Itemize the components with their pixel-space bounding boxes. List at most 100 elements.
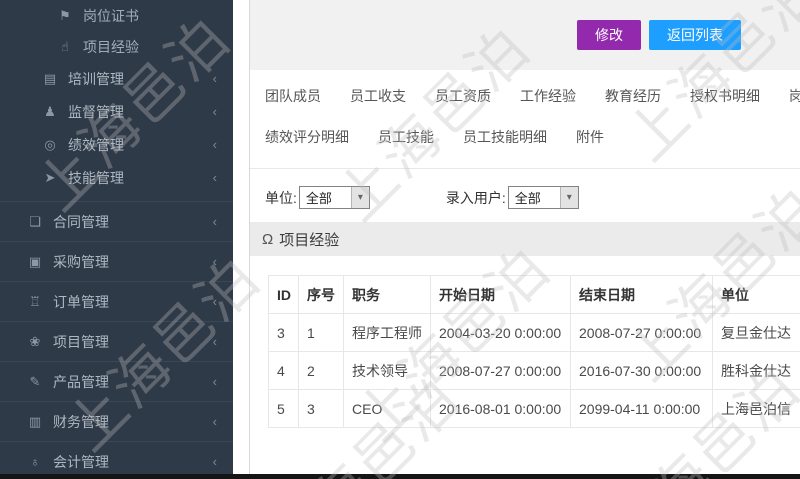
sidebar-item-label: 合同管理 (53, 213, 109, 230)
tab-employee-skills[interactable]: 员工技能 (378, 127, 434, 147)
accounting-icon: ♁ (30, 454, 40, 469)
products-icon: ✎ (29, 373, 41, 389)
sidebar-item-accounting[interactable]: ♁ 会计管理 ‹ (0, 441, 233, 474)
sidebar-item-label: 财务管理 (53, 413, 109, 430)
tab-education[interactable]: 教育经历 (605, 86, 661, 106)
table-row[interactable]: 4 2 技术领导 2008-07-27 0:00:00 2016-07-30 0… (268, 351, 800, 390)
sidebar-item-training[interactable]: ▤ 培训管理 ‹ (0, 62, 233, 95)
tab-work-experience[interactable]: 工作经验 (520, 86, 576, 106)
sidebar-item-contract[interactable]: ❏ 合同管理 ‹ (0, 201, 233, 241)
detail-tabs: 团队成员 员工收支 员工资质 工作经验 教育经历 授权书明细 岗位证书 绩效评分… (250, 70, 800, 169)
section-header: Ω 项目经验 (250, 222, 800, 256)
table-row[interactable]: 5 3 CEO 2016-08-01 0:00:00 2099-04-11 0:… (268, 389, 800, 428)
cell-unit: 上海邑泊信 (712, 389, 800, 428)
bottom-bar (0, 474, 800, 479)
cell-start-date: 2004-03-20 0:00:00 (430, 313, 571, 352)
main-content: 修改 返回列表 团队成员 员工收支 员工资质 工作经验 教育经历 授权书明细 岗… (249, 0, 800, 474)
skill-icon: ➤ (44, 169, 56, 185)
performance-icon: ◎ (44, 136, 56, 152)
finance-icon: ▥ (28, 413, 42, 429)
training-icon: ▤ (43, 70, 57, 86)
col-header-seq: 序号 (298, 275, 344, 314)
chevron-left-icon: ‹ (212, 104, 217, 119)
tab-authorization-details[interactable]: 授权书明细 (690, 86, 760, 106)
unit-filter-label: 单位: (265, 189, 297, 206)
sidebar-item-skill[interactable]: ➤ 技能管理 ‹ (0, 161, 233, 194)
filter-bar: 单位: 全部 ▾ 录入用户: 全部 ▾ (252, 186, 800, 209)
col-header-id: ID (268, 275, 299, 314)
table-row[interactable]: 3 1 程序工程师 2004-03-20 0:00:00 2008-07-27 … (268, 313, 800, 352)
cell-id: 4 (268, 351, 299, 390)
cell-start-date: 2016-08-01 0:00:00 (430, 389, 571, 428)
sidebar: ⚑ 岗位证书 ☝ 项目经验 ▤ 培训管理 ‹ ♟ 监督管理 ‹ ◎ 绩效管理 ‹… (0, 0, 233, 474)
sidebar-item-label: 技能管理 (68, 169, 124, 186)
sidebar-item-projects[interactable]: ❀ 项目管理 ‹ (0, 321, 233, 361)
projects-icon: ❀ (29, 333, 41, 349)
cell-title: 技术领导 (343, 351, 431, 390)
toolbar: 修改 返回列表 (250, 0, 800, 70)
sidebar-item-orders[interactable]: ♖ 订单管理 ‹ (0, 281, 233, 321)
sidebar-item-project-experience[interactable]: ☝ 项目经验 (0, 31, 233, 62)
procurement-icon: ▣ (28, 253, 42, 269)
chevron-left-icon: ‹ (212, 374, 217, 389)
cell-id: 3 (268, 313, 299, 352)
sidebar-item-label: 项目管理 (53, 333, 109, 350)
sidebar-item-finance[interactable]: ▥ 财务管理 ‹ (0, 401, 233, 441)
certificate-icon: ⚑ (59, 7, 71, 23)
tab-team-members[interactable]: 团队成员 (265, 86, 321, 106)
chevron-left-icon: ‹ (212, 214, 217, 229)
tab-row-2: 绩效评分明细 员工技能 员工技能明细 附件 (265, 127, 800, 147)
tab-employee-payments[interactable]: 员工收支 (350, 86, 406, 106)
tab-attachments[interactable]: 附件 (576, 127, 604, 147)
sidebar-item-label: 产品管理 (53, 373, 109, 390)
entry-user-filter-select[interactable]: 全部 ▾ (507, 186, 579, 209)
sidebar-item-label: 培训管理 (68, 70, 124, 87)
cell-seq: 3 (298, 389, 344, 428)
chevron-down-icon: ▾ (350, 187, 369, 208)
tab-row-1: 团队成员 员工收支 员工资质 工作经验 教育经历 授权书明细 岗位证书 (265, 86, 800, 106)
sidebar-item-supervision[interactable]: ♟ 监督管理 ‹ (0, 95, 233, 128)
cell-start-date: 2008-07-27 0:00:00 (430, 351, 571, 390)
chevron-left-icon: ‹ (212, 137, 217, 152)
col-header-end-date: 结束日期 (570, 275, 713, 314)
chevron-down-icon: ▾ (559, 187, 578, 208)
entry-user-filter-label: 录入用户: (445, 189, 506, 206)
entry-user-filter-value: 全部 (514, 191, 541, 206)
supervision-icon: ♟ (44, 103, 56, 119)
experience-icon: ☝ (61, 38, 69, 54)
sidebar-item-performance[interactable]: ◎ 绩效管理 ‹ (0, 128, 233, 161)
edit-button[interactable]: 修改 (577, 20, 641, 50)
project-experience-table: ID 序号 职务 开始日期 结束日期 单位 3 1 程序工程师 2004-03-… (268, 275, 800, 428)
unit-filter-value: 全部 (305, 191, 332, 206)
sidebar-item-label: 岗位证书 (83, 7, 139, 24)
cell-id: 5 (268, 389, 299, 428)
back-to-list-button[interactable]: 返回列表 (649, 20, 741, 50)
cell-end-date: 2016-07-30 0:00:00 (570, 351, 713, 390)
chevron-left-icon: ‹ (212, 254, 217, 269)
tab-performance-score-details[interactable]: 绩效评分明细 (265, 127, 349, 147)
sidebar-item-label: 订单管理 (53, 293, 109, 310)
sidebar-item-label: 绩效管理 (68, 136, 124, 153)
cell-seq: 2 (298, 351, 344, 390)
sidebar-item-certificate[interactable]: ⚑ 岗位证书 (0, 0, 233, 31)
contract-icon: ❏ (29, 213, 41, 229)
chevron-left-icon: ‹ (212, 414, 217, 429)
col-header-title: 职务 (343, 275, 431, 314)
sidebar-item-label: 监督管理 (68, 103, 124, 120)
table-header-row: ID 序号 职务 开始日期 结束日期 单位 (268, 275, 800, 314)
chevron-left-icon: ‹ (212, 170, 217, 185)
orders-icon: ♖ (29, 293, 41, 309)
cell-title: 程序工程师 (343, 313, 431, 352)
sidebar-item-products[interactable]: ✎ 产品管理 ‹ (0, 361, 233, 401)
cell-unit: 复旦金仕达 (712, 313, 800, 352)
cell-title: CEO (343, 389, 431, 428)
tab-employee-qualifications[interactable]: 员工资质 (435, 86, 491, 106)
col-header-unit: 单位 (712, 275, 800, 314)
tab-employee-skill-details[interactable]: 员工技能明细 (463, 127, 547, 147)
sidebar-item-procurement[interactable]: ▣ 采购管理 ‹ (0, 241, 233, 281)
cell-unit: 胜科金仕达 (712, 351, 800, 390)
unit-filter-select[interactable]: 全部 ▾ (298, 186, 370, 209)
section-title: 项目经验 (279, 231, 340, 249)
tab-certificates[interactable]: 岗位证书 (789, 86, 800, 106)
